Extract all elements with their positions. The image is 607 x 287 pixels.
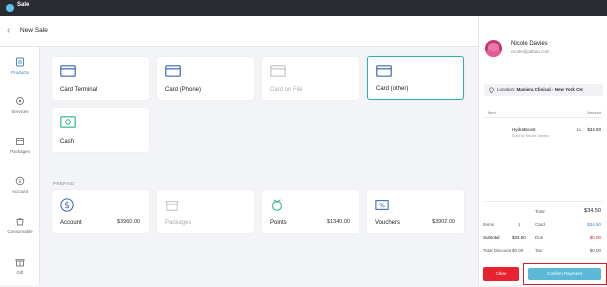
prepaid-vouchers[interactable]: % Vouchers $3902.00: [367, 190, 464, 233]
card-icon: [60, 65, 76, 77]
prepaid-label: Account: [60, 220, 82, 226]
prepaid-section-label: PREPAID: [53, 181, 75, 186]
payment-method-label: Cash: [60, 139, 75, 145]
line-item-sold-by: Sold by Nicole Davies: [512, 134, 549, 138]
card-icon: [270, 65, 286, 77]
packages-icon: [16, 138, 24, 145]
line-item-amount: $34.50: [587, 127, 601, 132]
location-value: Maniera Clinical - New York CH: [516, 87, 583, 92]
svg-text:$: $: [18, 179, 21, 185]
account-icon: $: [15, 176, 25, 186]
line-item-name: HydraBoost: [512, 127, 536, 132]
payment-methods-area: Card Terminal Card (Phone) Card on File …: [40, 47, 473, 285]
avatar-image: [486, 43, 501, 57]
due-value: $0.00: [589, 235, 601, 240]
payment-card-terminal[interactable]: Card Terminal: [52, 57, 149, 100]
prepaid-packages: Packages: [157, 190, 254, 233]
prepaid-label: Vouchers: [375, 220, 401, 226]
sidebar-item-services[interactable]: Services: [0, 96, 40, 126]
items-value: 1: [518, 222, 521, 227]
svg-text:%: %: [379, 203, 385, 210]
prepaid-amount: $3960.00: [117, 219, 140, 225]
items-label: Items: [483, 222, 495, 227]
column-header-item: Item: [488, 110, 496, 115]
voucher-icon: %: [375, 200, 389, 210]
app-title: Sale: [17, 2, 30, 8]
subtotal-value: $34.50: [512, 235, 526, 240]
sidebar: Products Services Packages $ Account Con…: [0, 47, 40, 285]
column-header-amount: Amount: [587, 110, 601, 115]
card-value: $34.50: [587, 222, 601, 227]
customer-name: Nicole Davies: [511, 41, 548, 47]
confirm-highlight: Confirm Payment: [523, 263, 607, 285]
location-selector[interactable]: Location: Maniera Clinical - New York CH: [484, 84, 603, 96]
dollar-icon: $: [60, 198, 74, 212]
clear-button[interactable]: Clear: [483, 267, 519, 281]
back-arrow-icon[interactable]: ‹: [7, 25, 10, 36]
title-bar: Sale: [0, 0, 607, 16]
tax-label: Tax: [535, 248, 543, 253]
card-icon: [376, 65, 392, 77]
prepaid-amount: $3902.00: [432, 219, 455, 225]
sidebar-item-label: Services: [11, 109, 29, 114]
sidebar-item-packages[interactable]: Packages: [0, 136, 40, 166]
app-logo-icon: [6, 4, 14, 12]
services-icon: [16, 97, 24, 105]
avatar[interactable]: [485, 40, 502, 57]
card-icon: [165, 65, 181, 77]
prepaid-label: Packages: [165, 220, 192, 226]
points-icon: [272, 199, 282, 211]
svg-text:$: $: [64, 201, 70, 211]
sidebar-item-products[interactable]: Products: [0, 57, 40, 87]
location-text: Location: Maniera Clinical - New York CH: [497, 87, 583, 92]
order-summary-panel: Nicole Davies nicole@pabau.com Location:…: [478, 16, 607, 285]
total-value: $34.50: [584, 208, 601, 214]
sidebar-item-label: Gift: [16, 270, 24, 275]
payment-method-label: Card on File: [270, 87, 303, 93]
sidebar-item-label: Consumable: [7, 229, 33, 234]
prepaid-points[interactable]: Points $1340.00: [262, 190, 359, 233]
prepaid-label: Points: [270, 220, 287, 226]
gift-icon: [15, 259, 25, 267]
sidebar-item-label: Account: [11, 189, 29, 194]
total-label: Total: [535, 209, 545, 214]
payment-card-other[interactable]: Card (other): [367, 56, 464, 100]
subtotal-label: Subtotal: [483, 235, 500, 240]
consumable-icon: [16, 217, 24, 226]
products-icon: [16, 57, 24, 67]
confirm-payment-button[interactable]: Confirm Payment: [528, 268, 601, 280]
prepaid-account[interactable]: $ Account $3960.00: [52, 190, 149, 233]
cash-icon: [60, 116, 76, 128]
package-icon: [166, 200, 178, 211]
prepaid-amount: $1340.00: [327, 219, 350, 225]
page-title: New Sale: [20, 27, 48, 34]
sidebar-item-gift[interactable]: Gift: [0, 257, 40, 287]
sidebar-item-account[interactable]: $ Account: [0, 176, 40, 206]
divider: [484, 117, 603, 118]
payment-method-label: Card Terminal: [60, 87, 98, 93]
total-discount-value: $0.00: [512, 248, 524, 253]
page-header: ‹ New Sale: [0, 16, 478, 47]
payment-card-phone[interactable]: Card (Phone): [157, 57, 254, 100]
payment-method-label: Card (other): [376, 86, 409, 92]
payment-cash[interactable]: Cash: [52, 108, 149, 152]
location-label: Location:: [497, 87, 516, 92]
total-discount-label: Total Discount: [483, 248, 512, 253]
customer-email: nicole@pabau.com: [511, 49, 550, 54]
payment-card-on-file: Card on File: [262, 57, 359, 100]
payment-method-label: Card (Phone): [165, 87, 202, 93]
sidebar-item-label: Packages: [10, 149, 30, 154]
card-label: Card: [535, 222, 545, 227]
due-label: Due: [535, 235, 544, 240]
sidebar-item-label: Products: [11, 70, 29, 75]
line-item-qty: 1x: [576, 127, 581, 132]
sidebar-item-consumable[interactable]: Consumable: [0, 216, 40, 246]
divider: [484, 201, 603, 202]
tax-value: $0.00: [589, 248, 601, 253]
location-pin-icon: [489, 87, 494, 93]
